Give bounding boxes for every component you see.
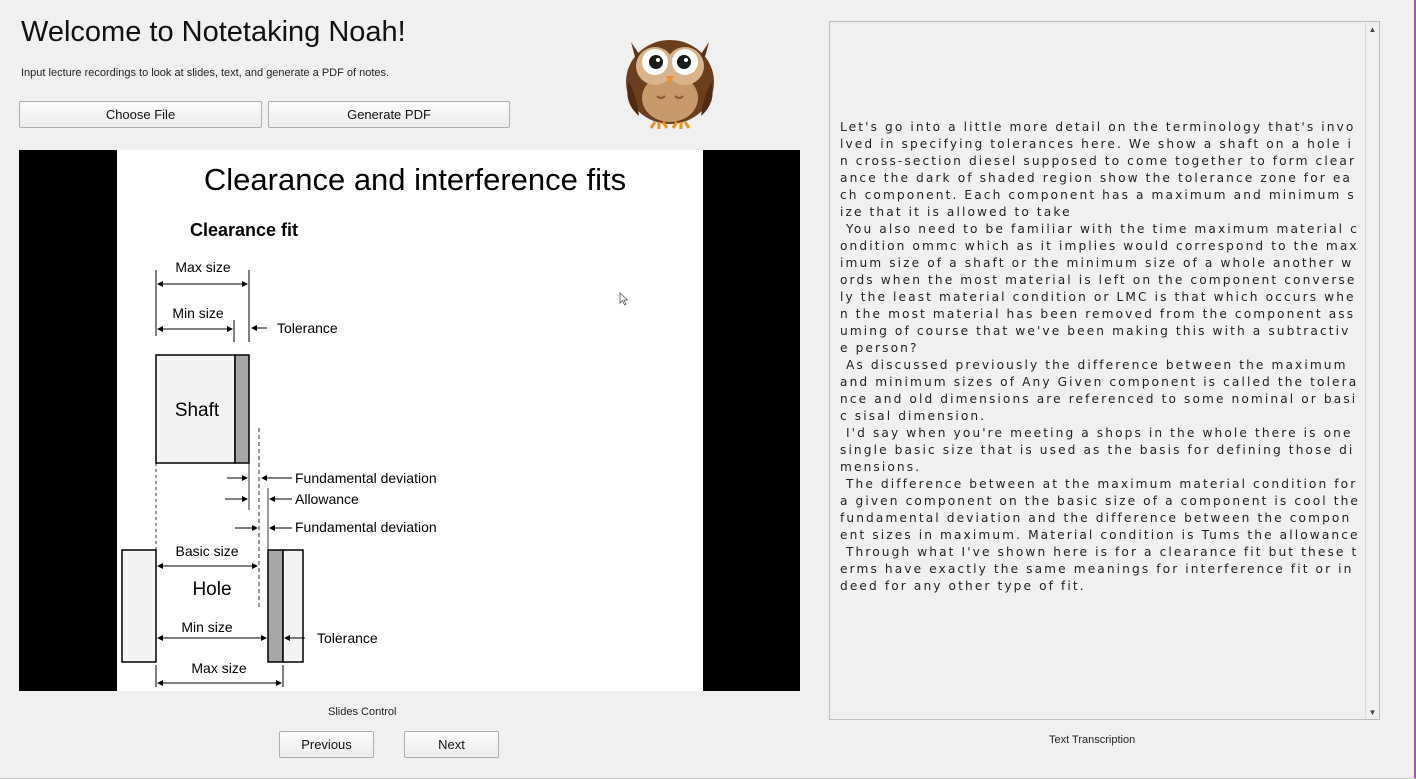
slide-viewer: Clearance and interference fits Clearanc… (19, 150, 800, 691)
slide-label-tolerance-top: Tolerance (277, 320, 338, 336)
shaft-tolerance-zone (234, 354, 250, 464)
page-title: Welcome to Notetaking Noah! (21, 16, 406, 48)
hole-right-wall (282, 549, 304, 663)
text-transcription-label: Text Transcription (1049, 734, 1136, 746)
slide-diagram: Clearance and interference fits Clearanc… (121, 162, 626, 687)
generate-pdf-button[interactable]: Generate PDF (268, 101, 510, 128)
transcription-scrollbar[interactable]: ▲ ▼ (1365, 22, 1379, 719)
slide-image: Clearance and interference fits Clearanc… (117, 150, 703, 691)
owl-mascot-icon (626, 40, 714, 129)
mouse-cursor-icon (619, 292, 629, 306)
scroll-down-arrow-icon[interactable]: ▼ (1366, 705, 1379, 719)
slide-label-shaft: Shaft (175, 400, 220, 421)
slide-label-min-size-bottom: Min size (181, 619, 233, 635)
slide-label-fundamental-deviation-1: Fundamental deviation (295, 470, 437, 486)
hole-tolerance-zone (267, 549, 284, 663)
choose-file-button[interactable]: Choose File (19, 101, 262, 128)
next-slide-button[interactable]: Next (404, 731, 499, 758)
slide-label-basic-size: Basic size (175, 543, 238, 559)
scroll-up-arrow-icon[interactable]: ▲ (1366, 22, 1379, 36)
hole-left-wall (121, 549, 157, 663)
previous-slide-button[interactable]: Previous (279, 731, 374, 758)
transcription-text: Let's go into a little more detail on th… (840, 120, 1361, 593)
slides-control-label: Slides Control (328, 706, 397, 718)
page-subtitle: Input lecture recordings to look at slid… (21, 67, 390, 79)
slide-label-max-size-top: Max size (175, 259, 230, 275)
slide-subtitle: Clearance fit (190, 220, 298, 240)
transcription-text-area[interactable]: Let's go into a little more detail on th… (829, 21, 1380, 720)
slide-label-hole: Hole (192, 579, 231, 600)
slide-label-allowance: Allowance (295, 491, 359, 507)
slide-label-min-size-top: Min size (172, 305, 224, 321)
slide-label-max-size-bottom: Max size (191, 660, 246, 676)
slide-label-fundamental-deviation-2: Fundamental deviation (295, 519, 437, 535)
slide-title: Clearance and interference fits (204, 162, 626, 197)
slide-label-tolerance-bottom: Tolerance (317, 630, 378, 646)
